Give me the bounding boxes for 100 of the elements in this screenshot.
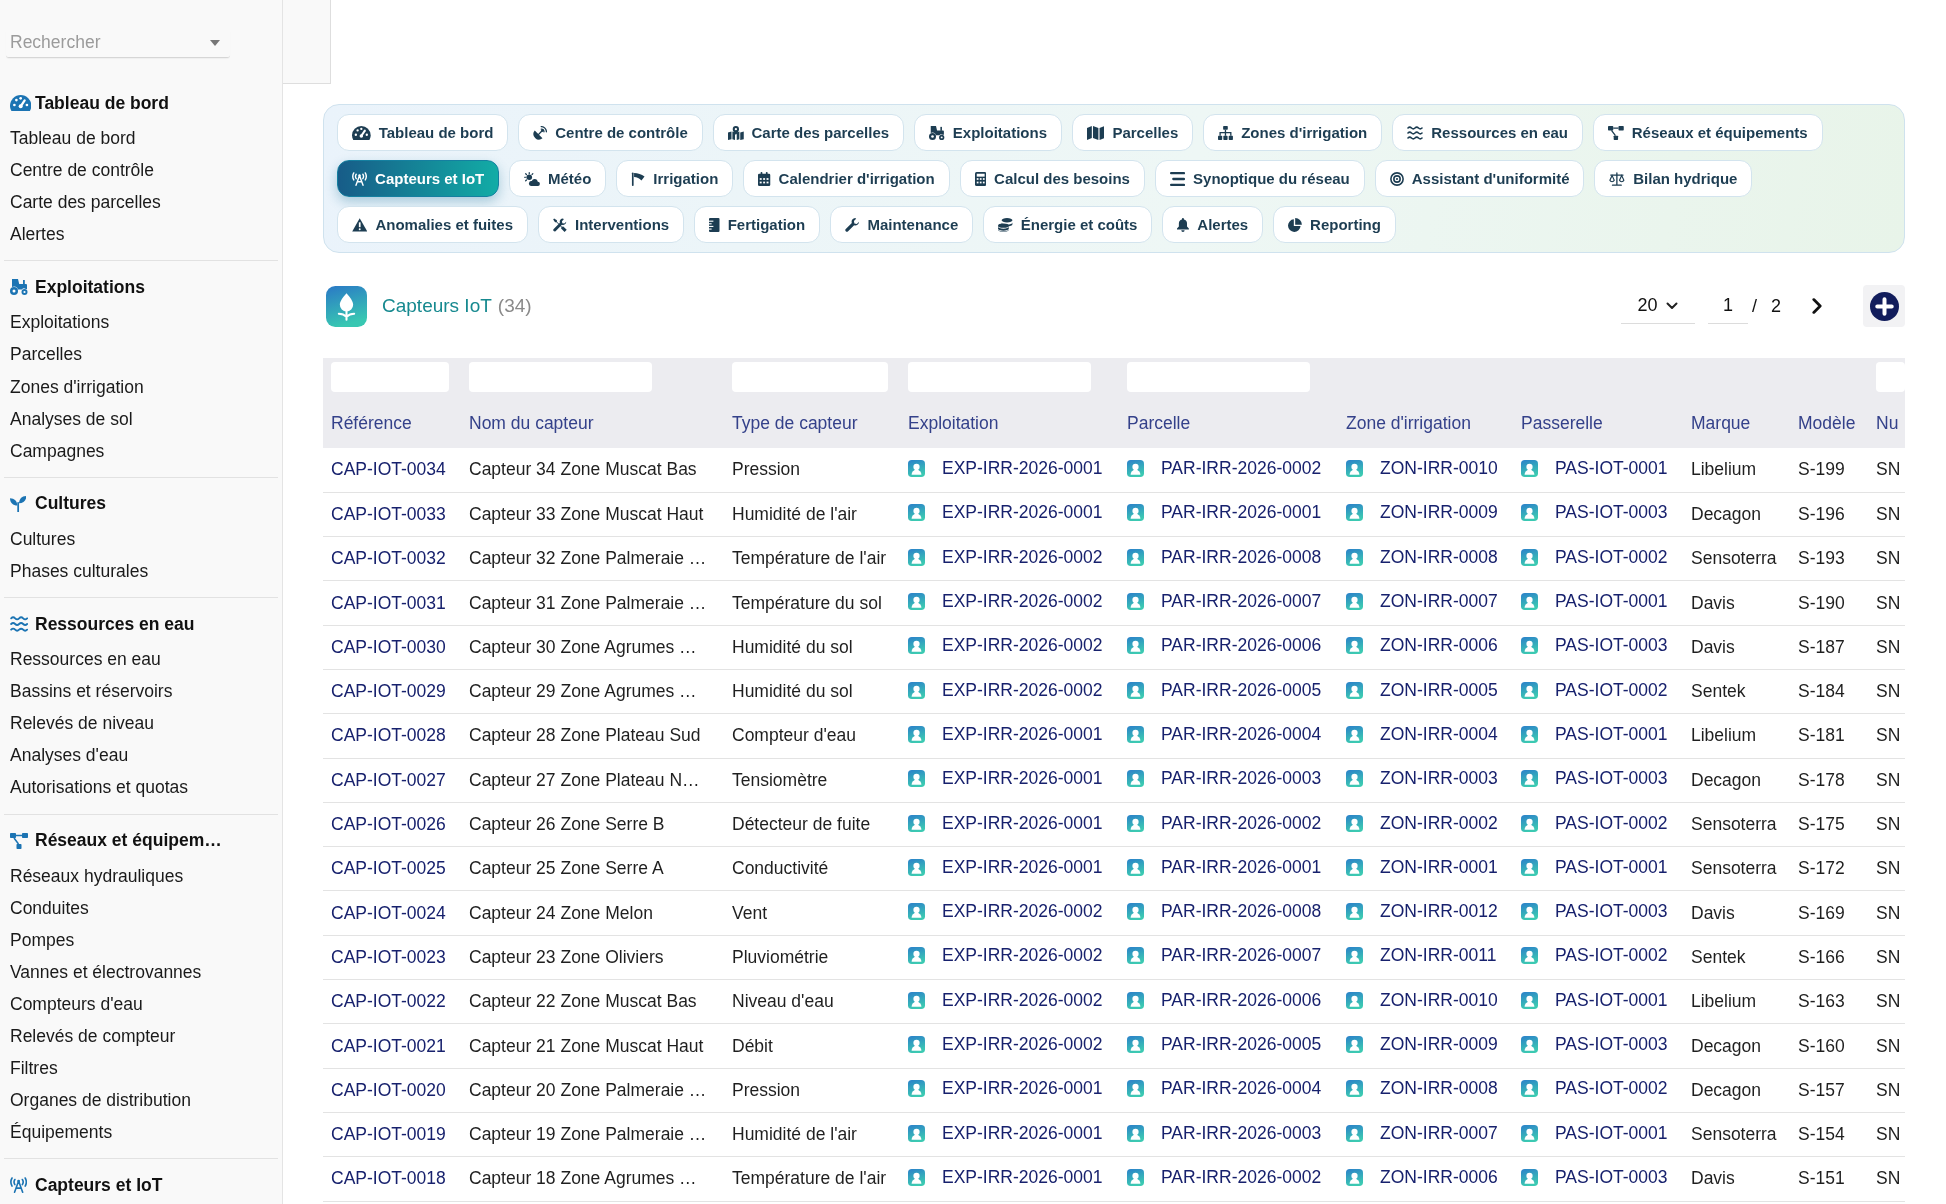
record-link[interactable]: ZON-IRR-0007	[1380, 1122, 1498, 1144]
sidebar-item[interactable]: Équipements	[10, 1116, 272, 1149]
sidebar-item[interactable]: Centre de contrôle	[10, 154, 272, 187]
add-button[interactable]	[1863, 285, 1905, 327]
record-link[interactable]: EXP-IRR-2026-0002	[942, 591, 1103, 613]
record-link[interactable]: EXP-IRR-2026-0001	[942, 856, 1103, 878]
tab[interactable]: Fertigation	[694, 206, 821, 243]
reference-link[interactable]: CAP-IOT-0029	[331, 681, 446, 702]
record-link[interactable]: ZON-IRR-0001	[1380, 856, 1498, 878]
record-link[interactable]: ZON-IRR-0004	[1380, 723, 1498, 745]
sidebar-item[interactable]: Autorisations et quotas	[10, 771, 272, 804]
sidebar-item[interactable]: Organes de distribution	[10, 1084, 272, 1117]
record-link[interactable]: PAR-IRR-2026-0005	[1161, 679, 1322, 701]
record-link[interactable]: ZON-IRR-0007	[1380, 591, 1498, 613]
record-link[interactable]: EXP-IRR-2026-0002	[942, 945, 1103, 967]
record-link[interactable]: PAR-IRR-2026-0006	[1161, 635, 1322, 657]
sidebar-item[interactable]: Carte des parcelles	[10, 186, 272, 219]
tab[interactable]: Calcul des besoins	[959, 160, 1145, 197]
record-link[interactable]: PAR-IRR-2026-0008	[1161, 546, 1322, 568]
record-link[interactable]: PAR-IRR-2026-0004	[1161, 723, 1322, 745]
sidebar-item[interactable]: Vannes et électrovannes	[10, 955, 272, 988]
tab[interactable]: Reporting	[1273, 206, 1396, 243]
reference-link[interactable]: CAP-IOT-0018	[331, 1168, 446, 1189]
sidebar-item[interactable]: Pompes	[10, 923, 272, 956]
record-link[interactable]: PAS-IOT-0003	[1555, 768, 1668, 790]
record-link[interactable]: ZON-IRR-0011	[1380, 945, 1497, 967]
tab[interactable]: Alertes	[1162, 206, 1264, 243]
sidebar-item[interactable]: Alertes	[10, 218, 272, 251]
sidebar-item[interactable]: Compteurs d'eau	[10, 987, 272, 1020]
record-link[interactable]: ZON-IRR-0002	[1380, 812, 1498, 834]
sidebar-item[interactable]: Campagnes	[10, 434, 272, 467]
tab[interactable]: Irrigation	[616, 160, 734, 197]
tab[interactable]: Zones d'irrigation	[1203, 114, 1383, 151]
tab[interactable]: Ressources en eau	[1392, 114, 1584, 151]
record-link[interactable]: EXP-IRR-2026-0001	[942, 1166, 1103, 1188]
reference-link[interactable]: CAP-IOT-0020	[331, 1079, 446, 1100]
record-link[interactable]: ZON-IRR-0003	[1380, 768, 1498, 790]
record-link[interactable]: PAR-IRR-2026-0003	[1161, 768, 1322, 790]
record-link[interactable]: EXP-IRR-2026-0001	[942, 768, 1103, 790]
tab[interactable]: Centre de contrôle	[518, 114, 703, 151]
record-link[interactable]: ZON-IRR-0005	[1380, 679, 1498, 701]
record-link[interactable]: ZON-IRR-0012	[1380, 901, 1498, 923]
reference-link[interactable]: CAP-IOT-0022	[331, 991, 446, 1012]
reference-link[interactable]: CAP-IOT-0021	[331, 1035, 446, 1056]
tab[interactable]: Maintenance	[830, 206, 974, 243]
reference-link[interactable]: CAP-IOT-0019	[331, 1124, 446, 1145]
reference-link[interactable]: CAP-IOT-0032	[331, 548, 446, 569]
tab[interactable]: Tableau de bord	[337, 114, 509, 151]
record-link[interactable]: ZON-IRR-0009	[1380, 502, 1498, 524]
record-link[interactable]: PAS-IOT-0001	[1555, 457, 1668, 479]
record-link[interactable]: EXP-IRR-2026-0001	[942, 502, 1103, 524]
record-link[interactable]: PAR-IRR-2026-0003	[1161, 1122, 1322, 1144]
page-input[interactable]: 1	[1707, 288, 1748, 324]
record-link[interactable]: EXP-IRR-2026-0002	[942, 679, 1103, 701]
record-link[interactable]: ZON-IRR-0010	[1380, 989, 1498, 1011]
reference-link[interactable]: CAP-IOT-0027	[331, 769, 446, 790]
record-link[interactable]: EXP-IRR-2026-0001	[942, 1078, 1103, 1100]
record-link[interactable]: PAS-IOT-0002	[1555, 1078, 1668, 1100]
reference-link[interactable]: CAP-IOT-0030	[331, 636, 446, 657]
sidebar-item[interactable]: Réseaux hydrauliques	[10, 859, 272, 892]
record-link[interactable]: PAS-IOT-0003	[1555, 901, 1668, 923]
sidebar-item[interactable]: Conduites	[10, 891, 272, 924]
record-link[interactable]: PAR-IRR-2026-0006	[1161, 989, 1322, 1011]
record-link[interactable]: PAR-IRR-2026-0007	[1161, 591, 1322, 613]
record-link[interactable]: PAR-IRR-2026-0007	[1161, 945, 1322, 967]
record-link[interactable]: ZON-IRR-0006	[1380, 1166, 1498, 1188]
record-link[interactable]: ZON-IRR-0008	[1380, 546, 1498, 568]
record-link[interactable]: PAS-IOT-0002	[1555, 945, 1668, 967]
record-link[interactable]: PAS-IOT-0001	[1555, 723, 1668, 745]
tab[interactable]: Interventions	[538, 206, 685, 243]
reference-link[interactable]: CAP-IOT-0023	[331, 946, 446, 967]
sidebar-item[interactable]: Ressources en eau	[10, 643, 272, 676]
tab[interactable]: Anomalies et fuites	[337, 206, 528, 243]
reference-link[interactable]: CAP-IOT-0034	[331, 459, 446, 480]
record-link[interactable]: PAS-IOT-0001	[1555, 591, 1668, 613]
search-field[interactable]: Rechercher	[6, 28, 230, 58]
record-link[interactable]: PAR-IRR-2026-0002	[1161, 1166, 1322, 1188]
record-link[interactable]: PAR-IRR-2026-0005	[1161, 1034, 1322, 1055]
record-link[interactable]: PAS-IOT-0001	[1555, 1122, 1668, 1144]
sidebar-item[interactable]: Relevés de compteur	[10, 1019, 272, 1053]
tab[interactable]: Parcelles	[1072, 114, 1194, 151]
record-link[interactable]: EXP-IRR-2026-0002	[942, 635, 1103, 657]
record-link[interactable]: PAS-IOT-0003	[1555, 1034, 1668, 1055]
record-link[interactable]: PAR-IRR-2026-0001	[1161, 502, 1322, 524]
record-link[interactable]: PAR-IRR-2026-0004	[1161, 1078, 1322, 1100]
reference-link[interactable]: CAP-IOT-0031	[331, 592, 446, 613]
record-link[interactable]: PAS-IOT-0001	[1555, 989, 1668, 1011]
record-link[interactable]: EXP-IRR-2026-0002	[942, 1034, 1103, 1055]
tab[interactable]: Synoptique du réseau	[1154, 160, 1365, 197]
reference-link[interactable]: CAP-IOT-0033	[331, 503, 446, 524]
record-link[interactable]: PAR-IRR-2026-0008	[1161, 901, 1322, 923]
record-link[interactable]: EXP-IRR-2026-0001	[942, 1122, 1103, 1144]
sidebar-item[interactable]: Analyses de sol	[10, 402, 272, 435]
record-link[interactable]: EXP-IRR-2026-0001	[942, 457, 1103, 479]
sidebar-item[interactable]: Zones d'irrigation	[10, 370, 272, 403]
tab[interactable]: Carte des parcelles	[712, 114, 905, 151]
record-link[interactable]: PAR-IRR-2026-0002	[1161, 812, 1322, 834]
sidebar-item[interactable]: Relevés de niveau	[10, 707, 272, 740]
sidebar-item[interactable]: Parcelles	[10, 338, 272, 371]
record-link[interactable]: PAS-IOT-0003	[1555, 635, 1668, 657]
